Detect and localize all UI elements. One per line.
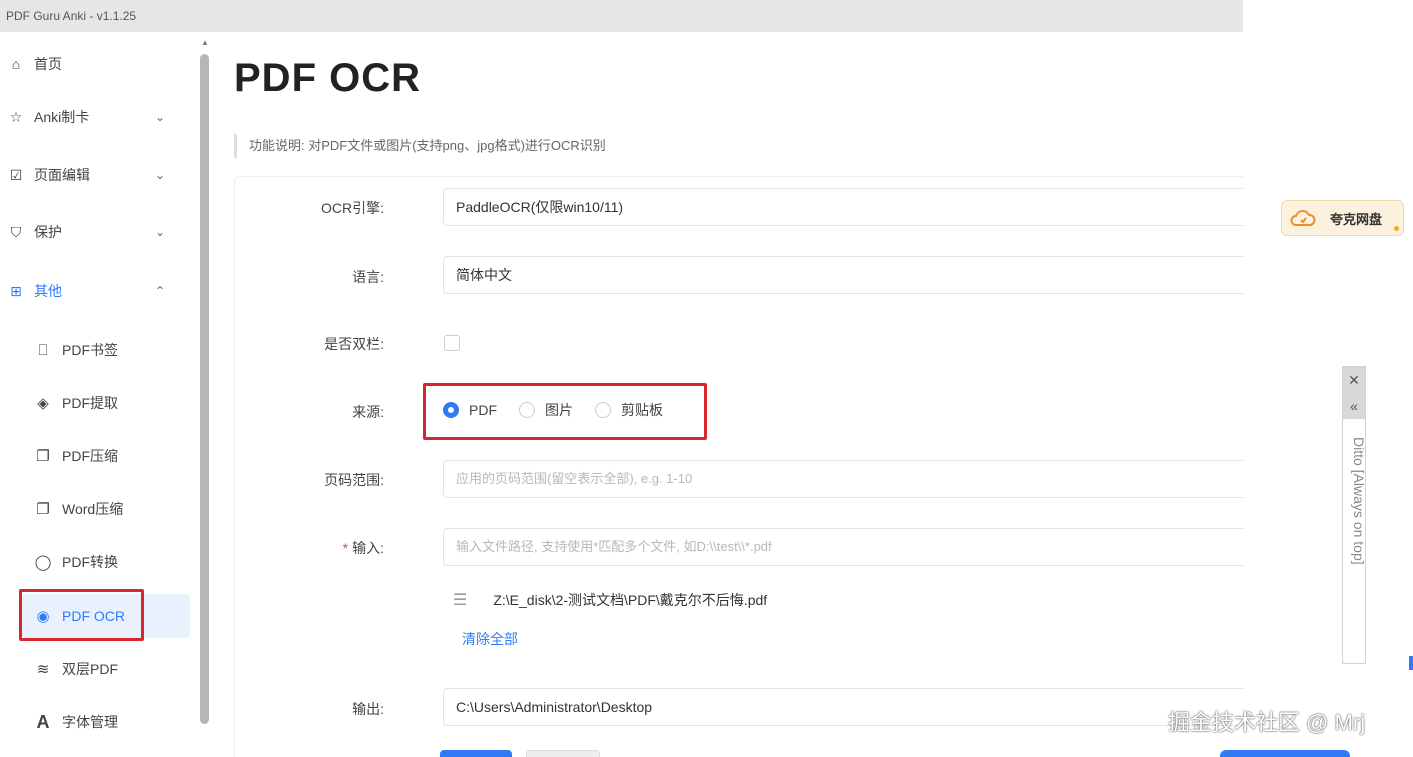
watermark: 掘金技术社区 @ Mrj (1168, 710, 1366, 735)
convert-icon: ◯ (34, 554, 52, 571)
collapse-icon[interactable]: « (1343, 393, 1365, 419)
page-range-input[interactable]: 应用的页码范围(留空表示全部), e.g. 1-10 (443, 460, 1243, 498)
input-label: * 输入: (234, 538, 384, 558)
sidebar-sub-label: 双层PDF (62, 661, 118, 677)
window-title: PDF Guru Anki - v1.1.25 (0, 0, 1243, 32)
chevron-down-icon: ⌄ (155, 110, 166, 124)
sidebar-sub-label: PDF提取 (62, 395, 118, 411)
sidebar-sub-pdf-compress[interactable]: ❐ PDF压缩 (22, 434, 190, 478)
star-icon: ☆ (9, 108, 23, 125)
sidebar-sub-label: PDF压缩 (62, 448, 118, 464)
main-content: PDF OCR 功能说明: 对PDF文件或图片(支持png、jpg格式)进行OC… (215, 32, 1243, 757)
quark-label: 夸克网盘 (1330, 211, 1383, 227)
sidebar-item-label: 页面编辑 (34, 167, 90, 183)
double-column-checkbox[interactable] (444, 335, 460, 351)
edge-indicator (1409, 656, 1413, 670)
output-label: 输出: (352, 701, 384, 717)
sidebar-sub-label: 字体管理 (62, 714, 118, 730)
compress-icon: ❐ (36, 448, 50, 465)
drag-handle-icon[interactable]: ☰ (453, 590, 467, 610)
status-dot (1394, 226, 1399, 231)
edit-icon: ☑ (9, 166, 23, 183)
ditto-label: Ditto [Always on top] (1351, 437, 1367, 565)
taskbar-indicator (1220, 750, 1350, 757)
sidebar-item-label: 首页 (34, 56, 62, 72)
sidebar-sub-word-compress[interactable]: ❐ Word压缩 (22, 487, 190, 531)
sidebar-item-page-edit[interactable]: ☑ 页面编辑 ⌄ (0, 153, 190, 197)
font-icon: A (36, 711, 50, 732)
input-label-text: 输入: (352, 540, 384, 556)
chevron-down-icon: ⌄ (155, 225, 166, 239)
feature-description: 功能说明: 对PDF文件或图片(支持png、jpg格式)进行OCR识别 (234, 134, 606, 158)
highlight-box-source (423, 383, 707, 440)
page-range-label: 页码范围: (324, 472, 384, 488)
engine-label: OCR引擎: (321, 200, 384, 216)
chevron-up-icon: ⌃ (155, 284, 166, 298)
page-title: PDF OCR (234, 56, 421, 100)
shield-icon: ⛉ (10, 223, 22, 240)
layers-icon: ≋ (36, 661, 50, 678)
confirm-button[interactable] (440, 750, 512, 757)
action-buttons (440, 750, 614, 757)
sidebar-item-anki[interactable]: ☆ Anki制卡 ⌄ (0, 95, 190, 139)
sidebar: ⌂ 首页 ☆ Anki制卡 ⌄ ☑ 页面编辑 ⌄ ⛉ 保护 ⌄ ⊞ 其他 ⌃ ⎕… (0, 32, 196, 757)
input-path-field[interactable]: 输入文件路径, 支持使用*匹配多个文件, 如D:\\test\\*.pdf (443, 528, 1243, 566)
quark-drive-widget[interactable]: 夸克网盘 (1281, 200, 1404, 236)
cancel-button[interactable] (526, 750, 600, 757)
file-path: Z:\E_disk\2-测试文档\PDF\戴克尔不后悔.pdf (493, 592, 768, 608)
language-label: 语言: (352, 269, 384, 285)
sidebar-sub-pdf-extract[interactable]: ◈ PDF提取 (22, 381, 190, 425)
sidebar-sub-pdf-convert[interactable]: ◯ PDF转换 (22, 540, 190, 584)
sidebar-sub-double-layer-pdf[interactable]: ≋ 双层PDF (22, 647, 190, 691)
compress-icon: ❐ (36, 501, 50, 518)
sidebar-sub-label: PDF书签 (62, 342, 118, 358)
scroll-up-icon[interactable]: ▲ (199, 38, 211, 48)
file-list-item: ☰ Z:\E_disk\2-测试文档\PDF\戴克尔不后悔.pdf (453, 590, 767, 610)
clear-all-link[interactable]: 清除全部 (462, 629, 518, 649)
double-column-label: 是否双栏: (324, 336, 384, 352)
language-select[interactable]: 简体中文 (443, 256, 1243, 294)
required-marker: * (342, 540, 349, 556)
extract-icon: ◈ (37, 395, 49, 412)
sidebar-item-other[interactable]: ⊞ 其他 ⌃ (0, 269, 190, 313)
scrollbar-thumb[interactable] (200, 54, 209, 724)
source-label: 来源: (352, 404, 384, 420)
close-icon[interactable]: ✕ (1343, 367, 1365, 393)
output-path-field[interactable]: C:\Users\Administrator\Desktop (443, 688, 1243, 726)
bookmark-icon: ⎕ (38, 341, 48, 359)
cloud-icon (1290, 210, 1316, 226)
sidebar-item-label: 其他 (34, 283, 62, 299)
sidebar-item-label: 保护 (34, 224, 62, 240)
app-window: PDF Guru Anki - v1.1.25 ⌂ 首页 ☆ Anki制卡 ⌄ … (0, 0, 1243, 757)
engine-select[interactable]: PaddleOCR(仅限win10/11) (443, 188, 1243, 226)
chevron-down-icon: ⌄ (155, 168, 166, 182)
sidebar-sub-label: Word压缩 (62, 501, 124, 517)
ditto-panel[interactable]: ✕ « Ditto [Always on top] (1342, 366, 1367, 664)
sidebar-item-home[interactable]: ⌂ 首页 (0, 42, 190, 86)
sidebar-item-label: Anki制卡 (34, 109, 90, 125)
sidebar-sub-pdf-bookmark[interactable]: ⎕ PDF书签 (22, 328, 190, 372)
home-icon: ⌂ (11, 56, 21, 72)
grid-icon: ⊞ (10, 282, 22, 299)
sidebar-item-protect[interactable]: ⛉ 保护 ⌄ (0, 210, 190, 254)
sidebar-sub-label: PDF转换 (62, 554, 118, 570)
highlight-box-ocr-nav (19, 589, 144, 641)
sidebar-sub-font-manager[interactable]: A 字体管理 (22, 700, 190, 744)
sidebar-scrollbar[interactable]: ▲ (199, 38, 211, 738)
